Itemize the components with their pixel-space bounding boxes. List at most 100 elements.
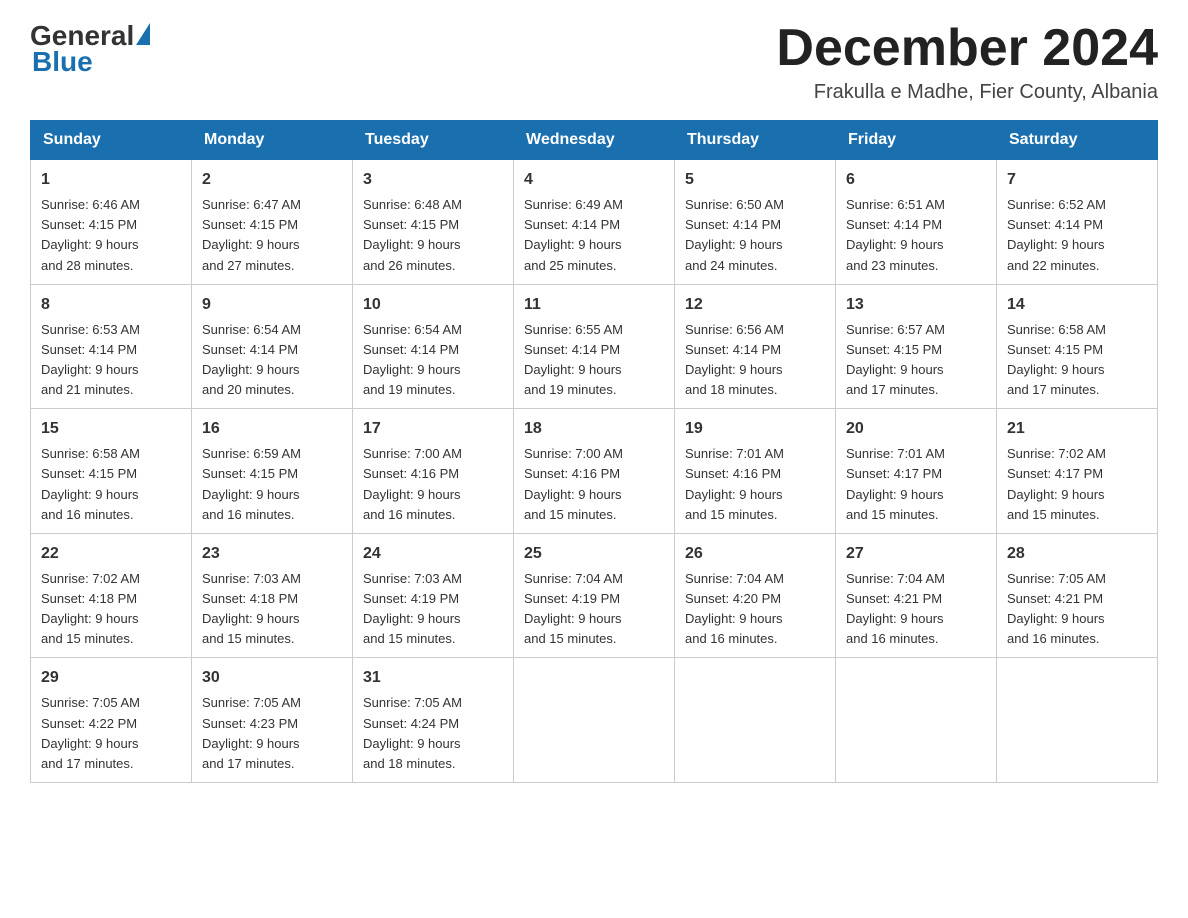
day-info: Sunrise: 6:48 AMSunset: 4:15 PMDaylight:… [363,197,462,272]
calendar-day-cell: 30 Sunrise: 7:05 AMSunset: 4:23 PMDaylig… [192,658,353,783]
calendar-day-cell: 1 Sunrise: 6:46 AMSunset: 4:15 PMDayligh… [31,160,192,285]
day-info: Sunrise: 7:04 AMSunset: 4:20 PMDaylight:… [685,571,784,646]
day-info: Sunrise: 6:56 AMSunset: 4:14 PMDaylight:… [685,322,784,397]
calendar-day-cell: 14 Sunrise: 6:58 AMSunset: 4:15 PMDaylig… [997,284,1158,409]
calendar-day-cell: 27 Sunrise: 7:04 AMSunset: 4:21 PMDaylig… [836,533,997,658]
calendar-header-row: Sunday Monday Tuesday Wednesday Thursday… [31,121,1158,160]
day-number: 11 [524,293,664,317]
calendar-day-cell: 28 Sunrise: 7:05 AMSunset: 4:21 PMDaylig… [997,533,1158,658]
day-number: 29 [41,666,181,690]
col-saturday: Saturday [997,121,1158,160]
day-number: 1 [41,168,181,192]
calendar-day-cell: 21 Sunrise: 7:02 AMSunset: 4:17 PMDaylig… [997,409,1158,534]
calendar-day-cell: 13 Sunrise: 6:57 AMSunset: 4:15 PMDaylig… [836,284,997,409]
calendar-day-cell: 19 Sunrise: 7:01 AMSunset: 4:16 PMDaylig… [675,409,836,534]
calendar-day-cell: 10 Sunrise: 6:54 AMSunset: 4:14 PMDaylig… [353,284,514,409]
calendar-day-cell: 20 Sunrise: 7:01 AMSunset: 4:17 PMDaylig… [836,409,997,534]
day-info: Sunrise: 7:00 AMSunset: 4:16 PMDaylight:… [363,446,462,521]
calendar-day-cell: 15 Sunrise: 6:58 AMSunset: 4:15 PMDaylig… [31,409,192,534]
calendar-table: Sunday Monday Tuesday Wednesday Thursday… [30,120,1158,783]
day-number: 4 [524,168,664,192]
page-header: General Blue December 2024 Frakulla e Ma… [30,20,1158,104]
day-info: Sunrise: 7:05 AMSunset: 4:22 PMDaylight:… [41,695,140,770]
calendar-day-cell: 24 Sunrise: 7:03 AMSunset: 4:19 PMDaylig… [353,533,514,658]
day-number: 15 [41,417,181,441]
month-title: December 2024 [776,20,1158,77]
day-number: 9 [202,293,342,317]
day-info: Sunrise: 6:58 AMSunset: 4:15 PMDaylight:… [1007,322,1106,397]
calendar-day-cell: 2 Sunrise: 6:47 AMSunset: 4:15 PMDayligh… [192,160,353,285]
day-number: 21 [1007,417,1147,441]
day-number: 16 [202,417,342,441]
day-info: Sunrise: 6:59 AMSunset: 4:15 PMDaylight:… [202,446,301,521]
day-number: 7 [1007,168,1147,192]
day-info: Sunrise: 7:05 AMSunset: 4:21 PMDaylight:… [1007,571,1106,646]
calendar-day-cell: 18 Sunrise: 7:00 AMSunset: 4:16 PMDaylig… [514,409,675,534]
day-number: 19 [685,417,825,441]
calendar-day-cell: 23 Sunrise: 7:03 AMSunset: 4:18 PMDaylig… [192,533,353,658]
calendar-day-cell: 22 Sunrise: 7:02 AMSunset: 4:18 PMDaylig… [31,533,192,658]
col-thursday: Thursday [675,121,836,160]
calendar-day-cell: 6 Sunrise: 6:51 AMSunset: 4:14 PMDayligh… [836,160,997,285]
location-title: Frakulla e Madhe, Fier County, Albania [776,81,1158,104]
day-info: Sunrise: 6:54 AMSunset: 4:14 PMDaylight:… [202,322,301,397]
day-number: 25 [524,542,664,566]
day-info: Sunrise: 7:01 AMSunset: 4:16 PMDaylight:… [685,446,784,521]
calendar-week-5: 29 Sunrise: 7:05 AMSunset: 4:22 PMDaylig… [31,658,1158,783]
day-number: 3 [363,168,503,192]
col-monday: Monday [192,121,353,160]
calendar-day-cell: 5 Sunrise: 6:50 AMSunset: 4:14 PMDayligh… [675,160,836,285]
day-info: Sunrise: 7:03 AMSunset: 4:18 PMDaylight:… [202,571,301,646]
col-tuesday: Tuesday [353,121,514,160]
day-number: 23 [202,542,342,566]
calendar-day-cell: 7 Sunrise: 6:52 AMSunset: 4:14 PMDayligh… [997,160,1158,285]
day-info: Sunrise: 6:49 AMSunset: 4:14 PMDaylight:… [524,197,623,272]
day-number: 20 [846,417,986,441]
day-info: Sunrise: 7:02 AMSunset: 4:17 PMDaylight:… [1007,446,1106,521]
calendar-day-cell: 9 Sunrise: 6:54 AMSunset: 4:14 PMDayligh… [192,284,353,409]
calendar-day-cell: 25 Sunrise: 7:04 AMSunset: 4:19 PMDaylig… [514,533,675,658]
day-info: Sunrise: 6:47 AMSunset: 4:15 PMDaylight:… [202,197,301,272]
calendar-week-2: 8 Sunrise: 6:53 AMSunset: 4:14 PMDayligh… [31,284,1158,409]
calendar-day-cell: 11 Sunrise: 6:55 AMSunset: 4:14 PMDaylig… [514,284,675,409]
day-number: 13 [846,293,986,317]
day-number: 10 [363,293,503,317]
day-number: 5 [685,168,825,192]
day-info: Sunrise: 7:05 AMSunset: 4:24 PMDaylight:… [363,695,462,770]
day-info: Sunrise: 6:46 AMSunset: 4:15 PMDaylight:… [41,197,140,272]
day-info: Sunrise: 7:00 AMSunset: 4:16 PMDaylight:… [524,446,623,521]
day-number: 27 [846,542,986,566]
col-friday: Friday [836,121,997,160]
calendar-day-cell [836,658,997,783]
day-info: Sunrise: 6:57 AMSunset: 4:15 PMDaylight:… [846,322,945,397]
day-number: 17 [363,417,503,441]
day-info: Sunrise: 7:01 AMSunset: 4:17 PMDaylight:… [846,446,945,521]
calendar-day-cell: 17 Sunrise: 7:00 AMSunset: 4:16 PMDaylig… [353,409,514,534]
day-info: Sunrise: 6:50 AMSunset: 4:14 PMDaylight:… [685,197,784,272]
calendar-day-cell: 16 Sunrise: 6:59 AMSunset: 4:15 PMDaylig… [192,409,353,534]
day-number: 18 [524,417,664,441]
day-number: 28 [1007,542,1147,566]
day-number: 2 [202,168,342,192]
day-info: Sunrise: 6:55 AMSunset: 4:14 PMDaylight:… [524,322,623,397]
day-number: 12 [685,293,825,317]
day-number: 30 [202,666,342,690]
col-sunday: Sunday [31,121,192,160]
calendar-day-cell [514,658,675,783]
calendar-day-cell [675,658,836,783]
day-number: 31 [363,666,503,690]
calendar-day-cell: 31 Sunrise: 7:05 AMSunset: 4:24 PMDaylig… [353,658,514,783]
calendar-week-3: 15 Sunrise: 6:58 AMSunset: 4:15 PMDaylig… [31,409,1158,534]
calendar-day-cell: 4 Sunrise: 6:49 AMSunset: 4:14 PMDayligh… [514,160,675,285]
day-number: 24 [363,542,503,566]
calendar-week-4: 22 Sunrise: 7:02 AMSunset: 4:18 PMDaylig… [31,533,1158,658]
day-info: Sunrise: 7:03 AMSunset: 4:19 PMDaylight:… [363,571,462,646]
day-number: 8 [41,293,181,317]
day-info: Sunrise: 7:04 AMSunset: 4:19 PMDaylight:… [524,571,623,646]
day-info: Sunrise: 6:53 AMSunset: 4:14 PMDaylight:… [41,322,140,397]
day-number: 22 [41,542,181,566]
day-info: Sunrise: 7:05 AMSunset: 4:23 PMDaylight:… [202,695,301,770]
calendar-day-cell: 29 Sunrise: 7:05 AMSunset: 4:22 PMDaylig… [31,658,192,783]
calendar-day-cell: 12 Sunrise: 6:56 AMSunset: 4:14 PMDaylig… [675,284,836,409]
logo-triangle-icon [136,23,150,45]
